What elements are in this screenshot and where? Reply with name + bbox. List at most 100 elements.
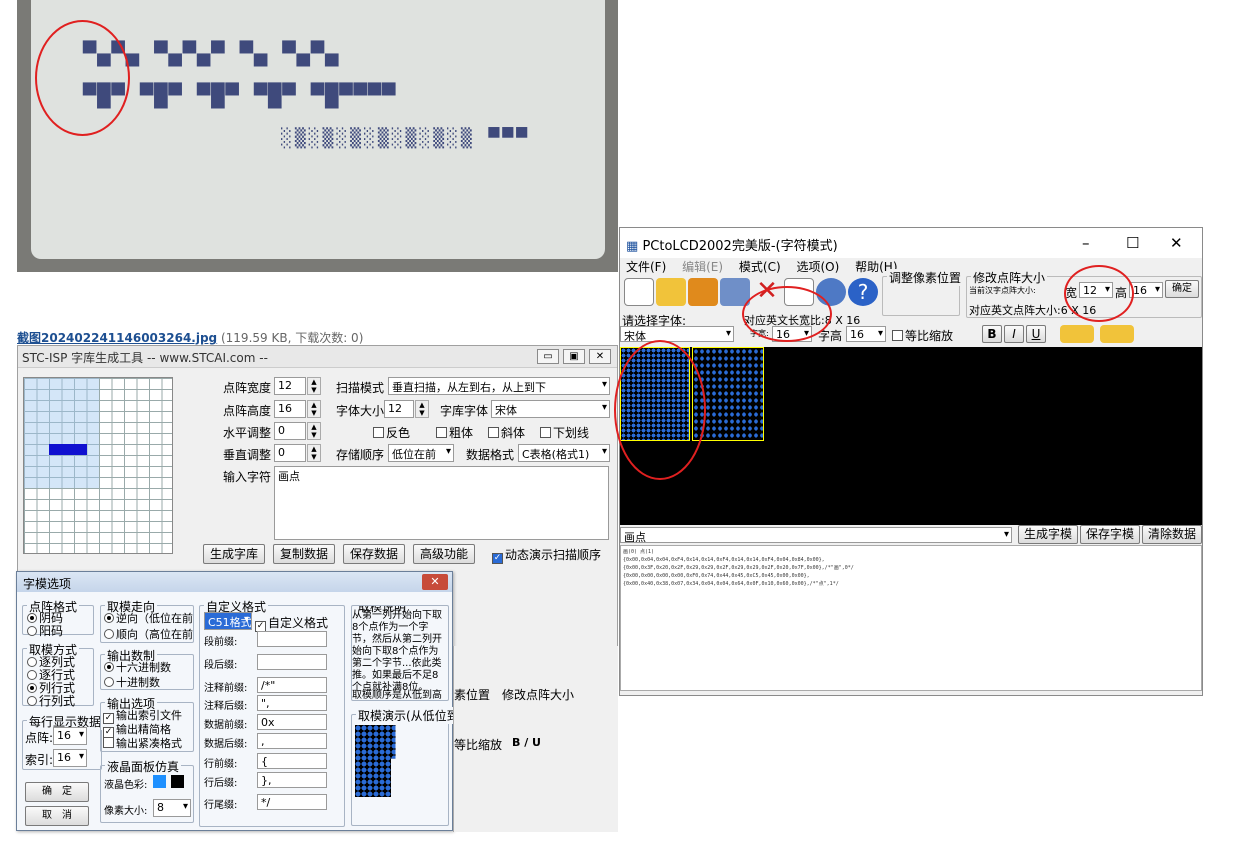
h-adjust-input[interactable]: 0 [274,422,306,440]
close-button[interactable]: ✕ [589,349,611,364]
dialog-cancel-button[interactable]: 取 消 [25,806,89,826]
c51-format-select[interactable]: C51格式 [204,612,252,630]
forward-radio[interactable]: 顺向（高位在前 [104,626,193,642]
data-format-label: 数据格式 [466,448,515,462]
open-folder-icon[interactable] [656,278,686,306]
custom-format-checkbox[interactable]: ✓ 自定义格式 [255,614,328,632]
ratio-checkbox[interactable]: 等比缩放 [892,327,953,344]
attachment-caption: 截图20240224114600326​4.jpg (119.59 KB, 下载… [17,329,363,346]
output-text-area[interactable]: 画(0) 点(1) {0x00,0x04,0x04,0xF4,0x14,0x14… [620,545,1202,691]
line-suffix-input[interactable]: }, [257,772,327,788]
output-line: 画(0) 点(1) [623,549,655,555]
advanced-button[interactable]: 高级功能 [413,544,475,564]
dot-height-input[interactable]: 16 [274,400,306,418]
scan-mode-select[interactable]: 垂直扫描，从左到右，从上到下 [388,377,610,395]
h-adjust-spinner[interactable]: ▲ ▼ [307,422,321,440]
dot-width-input[interactable]: 12 [274,377,306,395]
bg-resize-label: 修改点阵大小 [502,688,575,702]
data-suffix-label: 数据后缀: [204,739,248,750]
lcd-color-blue-swatch[interactable] [153,775,166,788]
cur-size-label: 当前汉字点阵大小: [969,286,1036,295]
comment-prefix-input[interactable]: /*" [257,677,327,693]
char-height-select[interactable]: 16 [846,326,886,342]
line-prefix-label: 行前缀: [204,759,238,770]
minimize-button[interactable]: ▭ [537,349,559,364]
save-glyph-button[interactable]: 保存字模 [1080,525,1140,544]
seg-suffix-input[interactable] [257,654,327,670]
dot-width-spinner[interactable]: ▲ ▼ [307,377,321,395]
bold-checkbox[interactable]: 粗体 [436,424,473,441]
data-suffix-input[interactable]: , [257,733,327,749]
comment-suffix-input[interactable]: ", [257,695,327,711]
data-prefix-input[interactable]: 0x [257,714,327,730]
input-char-textarea[interactable]: 画点 [274,466,609,540]
generate-font-button[interactable]: 生成字库 [203,544,265,564]
copy-data-button[interactable]: 复制数据 [273,544,335,564]
direction-group: 取模走向 逆向（低位在前 顺向（高位在前 [100,598,194,643]
data-format-select[interactable]: C表格(格式1) [518,444,610,462]
seg-prefix-input[interactable] [257,631,327,647]
line-prefix-input[interactable]: { [257,753,327,769]
help-icon[interactable]: ? [848,278,878,306]
dec-radio[interactable]: 十进制数 [104,674,160,690]
text-input-field[interactable]: 画点 [620,527,1012,543]
dot-grid-preview[interactable] [23,377,173,554]
pc-close-button[interactable]: ✕ [1170,234,1183,252]
save-data-button[interactable]: 保存数据 [343,544,405,564]
scan-explain-group: 取模说明 从第一列开始向下取8个点作为一个字节，然后从第二列开始向下取8个点作为… [351,605,449,701]
underline-checkbox[interactable]: 下划线 [540,424,589,441]
reverse-radio[interactable]: 逆向（低位在前 [104,610,193,626]
font-select[interactable]: 宋体 [491,400,610,418]
invert-checkbox[interactable]: 反色 [373,424,410,441]
lcd-color-black-swatch[interactable] [171,775,184,788]
index-per-line-select[interactable]: 16 [53,749,87,767]
menu-options[interactable]: 选项(O) [796,260,839,274]
resize-ok-button[interactable]: 确定 [1165,280,1199,298]
font-size-input[interactable]: 12 [384,400,414,418]
radix-group: 输出数制 十六进制数 十进制数 [100,647,194,690]
generate-glyph-button[interactable]: 生成字模 [1018,525,1078,544]
pixel-size-select[interactable]: 8 [153,799,191,817]
rowcol-radio[interactable]: 行列式 [27,692,75,709]
menu-mode[interactable]: 模式(C) [739,260,781,274]
pc-maximize-button[interactable]: ☐ [1126,234,1139,252]
rotate-icon[interactable] [1060,325,1094,343]
dots-per-line-select[interactable]: 16 [53,727,87,745]
bold-button[interactable]: B [982,325,1002,343]
italic-checkbox[interactable]: 斜体 [488,424,525,441]
output-tight-checkbox[interactable]: 输出紧凑格式 [103,735,182,751]
line-end-label: 行尾缀: [204,800,238,811]
new-file-icon[interactable] [624,278,654,306]
dialog-ok-button[interactable]: 确 定 [25,782,89,802]
clear-data-button[interactable]: 清除数据 [1142,525,1202,544]
menu-edit[interactable]: 编辑(E) [682,260,723,274]
hex-radio[interactable]: 十六进制数 [104,659,171,675]
save-icon[interactable] [688,278,718,306]
pc-minimize-button[interactable]: – [1082,234,1090,252]
animate-scan-checkbox[interactable]: ✓ 动态演示扫描顺序 [492,546,601,564]
height-select[interactable]: 16 [1129,282,1163,298]
maximize-button[interactable]: ▣ [563,349,585,364]
index-per-line-label: 索引: [25,753,54,767]
input-char-label: 输入字符 [223,470,272,484]
font-name-select[interactable]: 宋体 [620,326,734,342]
positive-radio[interactable]: 阳码 [27,622,63,639]
v-adjust-input[interactable]: 0 [274,444,306,462]
dot-width-label: 点阵宽度 [223,381,272,395]
attachment-link[interactable]: 截图20240224114600326​4.jpg [17,331,217,345]
dot-height-spinner[interactable]: ▲ ▼ [307,400,321,418]
italic-button[interactable]: I [1004,325,1024,343]
flip-icon[interactable] [1100,325,1134,343]
dialog-close-button[interactable]: ✕ [422,574,448,590]
line-end-input[interactable]: */ [257,794,327,810]
dot-height-label: 点阵高度 [223,404,272,418]
seg-prefix-label: 段前缀: [204,637,238,648]
v-adjust-spinner[interactable]: ▲ ▼ [307,444,321,462]
v-adjust-label: 垂直调整 [223,448,272,462]
underline-button[interactable]: U [1026,325,1046,343]
font-size-spinner[interactable]: ▲ ▼ [415,400,429,418]
output-line: {0x00,0x40,0x38,0x07,0x34,0x04,0x04,0x64… [623,581,839,587]
pc-menubar: 文件(F) 编辑(E) 模式(C) 选项(O) 帮助(H) [620,258,904,276]
storage-order-select[interactable]: 低位在前 [388,444,454,462]
menu-file[interactable]: 文件(F) [626,260,666,274]
